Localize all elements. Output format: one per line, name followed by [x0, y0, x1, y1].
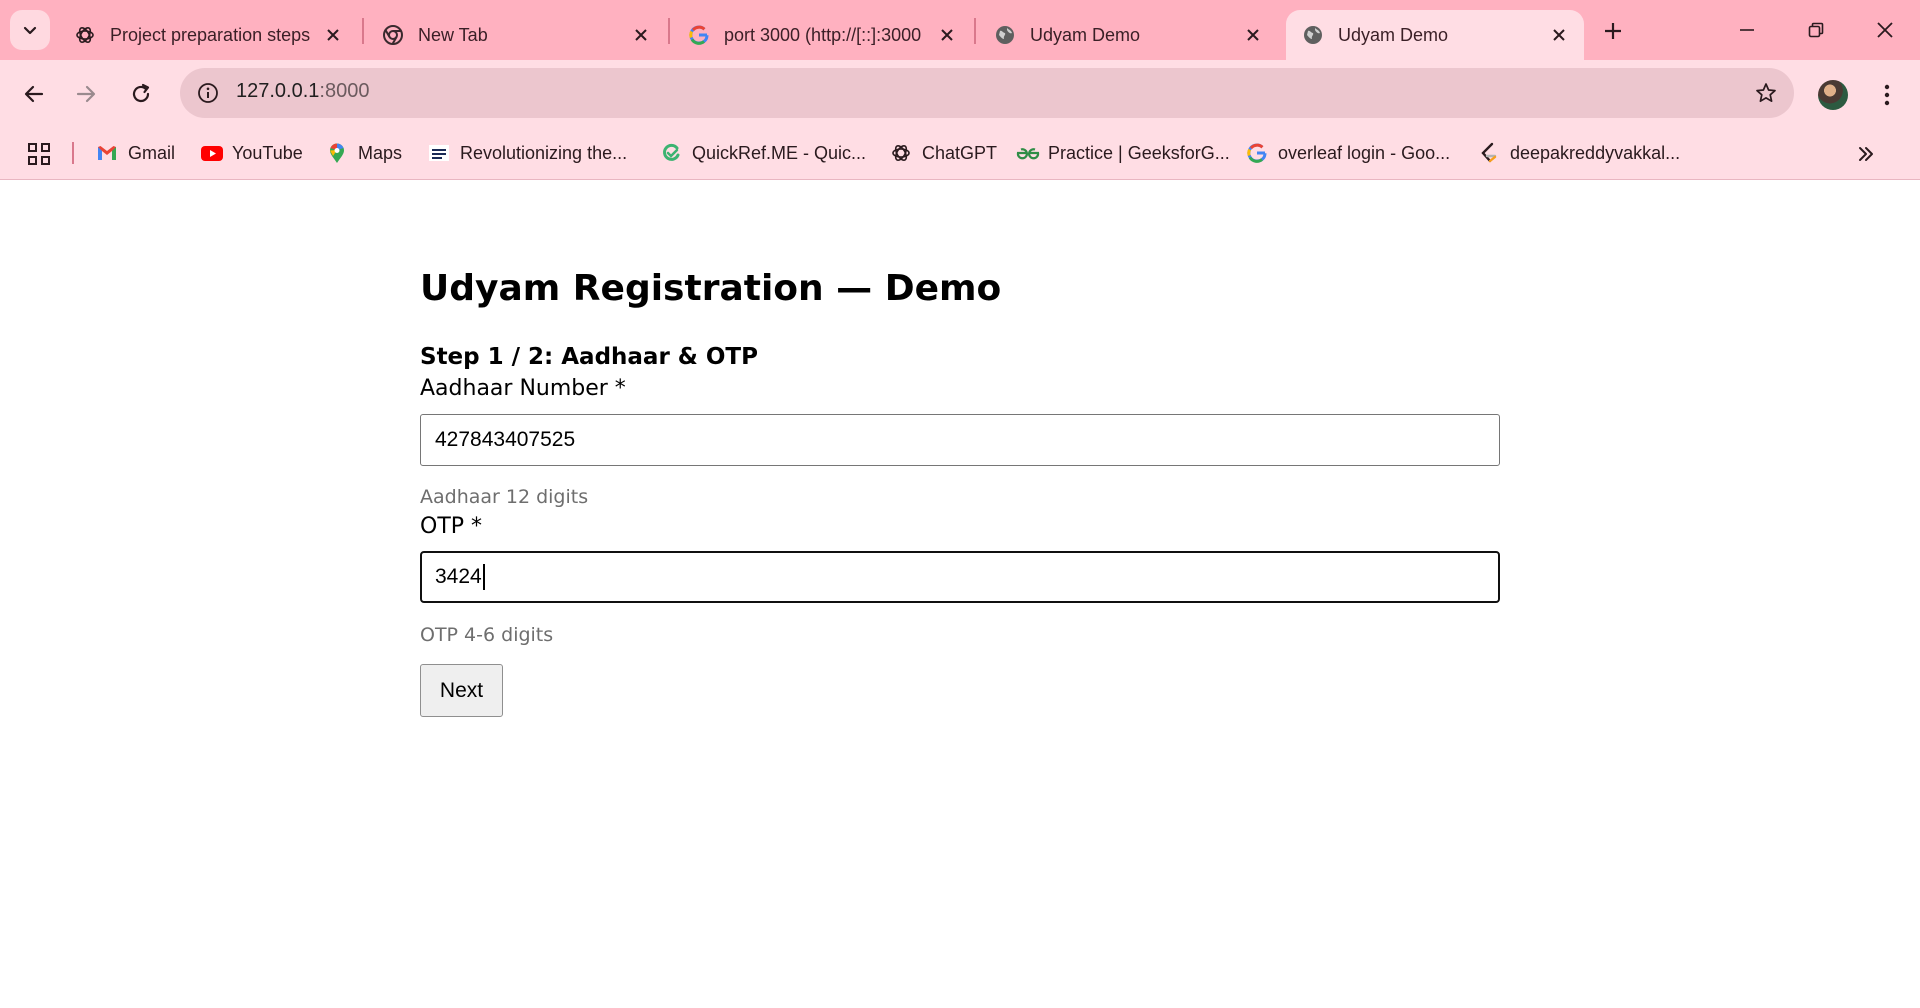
plus-icon: [1604, 22, 1622, 40]
tab-title: Udyam Demo: [1030, 24, 1141, 45]
tab-title: port 3000 (http://[::]:3000: [724, 24, 922, 45]
site-info-icon[interactable]: [192, 77, 224, 109]
forward-arrow-icon: [75, 83, 97, 105]
step-heading: Step 1 / 2: Aadhaar & OTP: [420, 344, 758, 370]
close-icon: [1876, 21, 1894, 39]
close-tab-icon[interactable]: [936, 24, 958, 46]
bookmark-chatgpt[interactable]: ChatGPT: [890, 138, 997, 168]
new-tab-button[interactable]: [1596, 14, 1630, 48]
otp-hint: OTP 4-6 digits: [420, 624, 554, 646]
tab-port-3000[interactable]: port 3000 (http://[::]:3000: [672, 10, 972, 60]
back-arrow-icon: [23, 83, 45, 105]
aadhaar-value: 427843407525: [435, 428, 576, 451]
tab-separator: [974, 18, 976, 44]
text-caret: [482, 564, 485, 590]
close-window-button[interactable]: [1862, 12, 1908, 48]
profile-avatar[interactable]: [1818, 80, 1848, 110]
forward-button[interactable]: [66, 74, 106, 114]
bookmark-label: Maps: [358, 142, 403, 163]
browser-toolbar: 127.0.0.1:8000: [0, 60, 1920, 128]
bookmarks-separator: [72, 142, 74, 164]
leetcode-icon: [1478, 142, 1500, 164]
otp-label: OTP *: [420, 514, 483, 539]
tab-separator: [362, 18, 364, 44]
restore-button[interactable]: [1793, 12, 1839, 48]
bookmarks-bar: Gmail YouTube Maps Revolutionizing the..…: [0, 128, 1920, 180]
tab-title: New Tab: [418, 24, 488, 45]
google-icon: [1246, 142, 1268, 164]
chatgpt-icon: [74, 24, 96, 46]
address-bar[interactable]: 127.0.0.1:8000: [180, 68, 1794, 118]
nxtwave-icon: [428, 142, 450, 164]
bookmark-label: Revolutionizing the...: [460, 142, 628, 163]
google-icon: [688, 24, 710, 46]
more-vertical-icon: [1883, 84, 1891, 106]
tab-new-tab[interactable]: New Tab: [366, 10, 666, 60]
quickref-icon: [660, 142, 682, 164]
tab-title: Project preparation steps: [110, 24, 311, 45]
bookmark-label: deepakreddyvakkal...: [1510, 142, 1681, 163]
reload-button[interactable]: [121, 74, 161, 114]
tab-udyam-demo-active[interactable]: Udyam Demo: [1286, 10, 1584, 60]
otp-value: 3424: [435, 565, 482, 588]
close-tab-icon[interactable]: [630, 24, 652, 46]
globe-icon: [1302, 24, 1324, 46]
geeksforgeeks-icon: [1016, 142, 1040, 164]
minimize-icon: [1739, 22, 1755, 38]
bookmark-label: YouTube: [232, 142, 303, 163]
chevron-double-right-icon[interactable]: [1852, 140, 1880, 168]
youtube-icon: [200, 142, 223, 164]
bookmark-youtube[interactable]: YouTube: [200, 138, 303, 168]
bookmark-label: QuickRef.ME - Quic...: [692, 142, 867, 163]
aadhaar-input[interactable]: 427843407525: [420, 414, 1500, 466]
bookmark-overleaf-login[interactable]: overleaf login - Goo...: [1246, 138, 1450, 168]
bookmark-maps[interactable]: Maps: [326, 138, 402, 168]
chevron-down-icon: [22, 22, 38, 38]
url-host: 127.0.0.1: [236, 80, 320, 102]
tab-separator: [668, 18, 670, 44]
browser-menu-button[interactable]: [1870, 78, 1904, 112]
bookmark-deepakreddy[interactable]: deepakreddyvakkal...: [1478, 138, 1680, 168]
url-port: :8000: [319, 80, 370, 102]
tab-title: Udyam Demo: [1338, 24, 1449, 45]
tab-udyam-demo[interactable]: Udyam Demo: [978, 10, 1278, 60]
tab-search-button[interactable]: [10, 10, 50, 50]
otp-input[interactable]: 3424: [420, 551, 1500, 603]
chatgpt-icon: [890, 142, 912, 164]
bookmark-star-icon[interactable]: [1750, 77, 1782, 109]
bookmark-geeksforgeeks[interactable]: Practice | GeeksforG...: [1016, 138, 1230, 168]
maps-icon: [326, 142, 348, 164]
close-tab-icon[interactable]: [1548, 24, 1570, 46]
bookmark-label: ChatGPT: [922, 142, 998, 163]
close-tab-icon[interactable]: [1242, 24, 1264, 46]
aadhaar-label: Aadhaar Number *: [420, 376, 626, 401]
address-url: 127.0.0.1:8000: [236, 80, 369, 103]
restore-icon: [1808, 22, 1824, 38]
bookmark-revolutionizing[interactable]: Revolutionizing the...: [428, 138, 627, 168]
bookmark-label: overleaf login - Goo...: [1278, 142, 1451, 163]
globe-icon: [994, 24, 1016, 46]
close-tab-icon[interactable]: [322, 24, 344, 46]
bookmark-label: Practice | GeeksforG...: [1048, 142, 1230, 163]
bookmark-label: Gmail: [128, 142, 176, 163]
bookmark-gmail[interactable]: Gmail: [96, 138, 175, 168]
reload-icon: [130, 83, 152, 105]
apps-grid-icon[interactable]: [26, 141, 52, 167]
tab-project-preparation[interactable]: Project preparation steps: [58, 10, 358, 60]
next-button[interactable]: Next: [420, 664, 503, 717]
chrome-icon: [382, 24, 404, 46]
minimize-button[interactable]: [1724, 12, 1770, 48]
page-title: Udyam Registration — Demo: [420, 268, 1002, 309]
back-button[interactable]: [14, 74, 54, 114]
tab-strip: Project preparation steps New Tab port 3…: [0, 0, 1920, 60]
gmail-icon: [96, 142, 118, 164]
bookmark-quickref[interactable]: QuickRef.ME - Quic...: [660, 138, 866, 168]
aadhaar-hint: Aadhaar 12 digits: [420, 486, 589, 508]
